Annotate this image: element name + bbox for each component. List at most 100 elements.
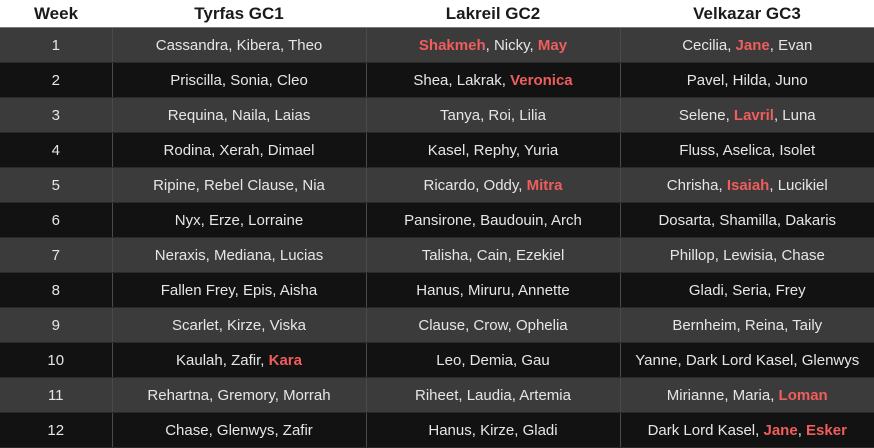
week-cell: 6 — [0, 202, 113, 238]
week-cell: 10 — [0, 342, 113, 378]
name: Crow — [473, 316, 508, 334]
name: Neraxis — [154, 246, 206, 264]
highlighted-name: Veronica — [510, 71, 573, 89]
week-cell: 7 — [0, 237, 113, 273]
week-cell: 9 — [0, 307, 113, 343]
highlighted-name: Lavril — [733, 106, 774, 124]
name: Erze — [208, 211, 240, 229]
week-cell: 4 — [0, 132, 113, 168]
table-row: 6 Nyx, Erze, Lorraine Pansirone, Baudouin,… — [0, 202, 874, 238]
tyrfas-gc1-cell: Rodina, Xerah, Dimael — [112, 132, 367, 168]
table-row: 3 Requina, Naila, Laias Tanya, Roi, Lilia S… — [0, 97, 874, 133]
name: Dimael — [267, 141, 315, 159]
name: Naila — [231, 106, 267, 124]
lakreil-gc2-cell: Riheet, Laudia, Artemia — [366, 377, 621, 413]
name: Dosarta — [658, 211, 711, 229]
lakreil-gc2-cell: Shakmeh, Nicky, May — [366, 27, 621, 63]
tyrfas-gc1-cell: Fallen Frey, Epis, Aisha — [112, 272, 367, 308]
name: Reina — [744, 316, 785, 334]
lakreil-gc2-cell: Talisha, Cain, Ezekiel — [366, 237, 621, 273]
name: Hanus — [428, 421, 472, 439]
name: Isolet — [779, 141, 816, 159]
week-cell: 1 — [0, 27, 113, 63]
name: Hilda — [732, 71, 767, 89]
name: Glenwys — [801, 351, 860, 369]
velkazar-gc3-cell: Yanne, Dark Lord Kasel, Glenwys — [620, 342, 874, 378]
name: Luna — [782, 106, 816, 124]
highlighted-name: Jane — [763, 421, 798, 439]
name: Priscilla — [170, 71, 222, 89]
table-row: 2 Priscilla, Sonia, Cleo Shea, Lakrak, Ver… — [0, 62, 874, 98]
tyrfas-gc1-cell: Requina, Naila, Laias — [112, 97, 367, 133]
name: Gladi — [688, 281, 724, 299]
name: Zafir — [231, 351, 261, 369]
name: Ripine — [153, 176, 196, 194]
name: Rebel Clause — [203, 176, 295, 194]
name: Requina — [167, 106, 224, 124]
velkazar-gc3-cell: Chrisha, Isaiah, Lucikiel — [620, 167, 874, 203]
lakreil-gc2-cell: Leo, Demia, Gau — [366, 342, 621, 378]
highlighted-name: Kara — [268, 351, 302, 369]
week-cell: 12 — [0, 412, 113, 448]
highlighted-name: Esker — [806, 421, 847, 439]
name: Gladi — [522, 421, 558, 439]
table-row: 1 Cassandra, Kibera, Theo Shakmeh, Nicky, … — [0, 27, 874, 63]
name: Ricardo — [423, 176, 476, 194]
name: Annette — [518, 281, 570, 299]
velkazar-gc3-cell: Selene, Lavril, Luna — [620, 97, 874, 133]
name: Mediana — [213, 246, 272, 264]
name: Lorraine — [248, 211, 304, 229]
name: Miruru — [467, 281, 511, 299]
name: Shamilla — [719, 211, 777, 229]
highlighted-name: May — [537, 36, 568, 54]
velkazar-gc3-cell: Dosarta, Shamilla, Dakaris — [620, 202, 874, 238]
name: Chrisha — [666, 176, 719, 194]
table-body: 1 Cassandra, Kibera, Theo Shakmeh, Nicky, … — [0, 27, 874, 448]
tyrfas-gc1-cell: Rehartna, Gremory, Morrah — [112, 377, 367, 413]
name: Oddy — [483, 176, 519, 194]
lakreil-gc2-cell: Kasel, Rephy, Yuria — [366, 132, 621, 168]
table-header: Week Tyrfas GC1 Lakreil GC2 Velkazar GC3 — [0, 0, 874, 28]
name: Kaulah — [176, 351, 223, 369]
velkazar-gc3-cell: Mirianne, Maria, Loman — [620, 377, 874, 413]
name: Evan — [778, 36, 813, 54]
name: Pansirone — [404, 211, 472, 229]
name: Talisha — [421, 246, 469, 264]
name: Clause — [418, 316, 466, 334]
schedule-table: Week Tyrfas GC1 Lakreil GC2 Velkazar GC3… — [0, 0, 874, 448]
name: Nia — [302, 176, 325, 194]
tyrfas-gc1-cell: Kaulah, Zafir, Kara — [112, 342, 367, 378]
lakreil-gc2-cell: Ricardo, Oddy, Mitra — [366, 167, 621, 203]
table-row: 7 Neraxis, Mediana, Lucias Talisha, Cain, … — [0, 237, 874, 273]
name: Lucikiel — [777, 176, 828, 194]
name: Baudouin — [480, 211, 544, 229]
lakreil-gc2-cell: Hanus, Kirze, Gladi — [366, 412, 621, 448]
name: Roi — [488, 106, 511, 124]
name: Lewisia — [723, 246, 774, 264]
table-row: 11 Rehartna, Gremory, Morrah Riheet, Laudi… — [0, 377, 874, 413]
velkazar-gc3-cell: Fluss, Aselica, Isolet — [620, 132, 874, 168]
name: Shea — [413, 71, 449, 89]
name: Demia — [469, 351, 514, 369]
name: Riheet — [415, 386, 459, 404]
name: Kirze — [480, 421, 515, 439]
table-row: 5 Ripine, Rebel Clause, Nia Ricardo, Oddy,… — [0, 167, 874, 203]
name: Hanus — [416, 281, 460, 299]
header-lakreil-gc2: Lakreil GC2 — [366, 0, 620, 28]
velkazar-gc3-cell: Pavel, Hilda, Juno — [620, 62, 874, 98]
name: Rephy — [473, 141, 516, 159]
highlighted-name: Isaiah — [726, 176, 770, 194]
velkazar-gc3-cell: Phillop, Lewisia, Chase — [620, 237, 874, 273]
name: Aselica — [722, 141, 771, 159]
week-cell: 3 — [0, 97, 113, 133]
name: Laias — [274, 106, 311, 124]
tyrfas-gc1-cell: Ripine, Rebel Clause, Nia — [112, 167, 367, 203]
name: Morrah — [283, 386, 331, 404]
name: Ezekiel — [515, 246, 565, 264]
velkazar-gc3-cell: Bernheim, Reina, Taily — [620, 307, 874, 343]
name: Rehartna — [147, 386, 210, 404]
name: Rodina — [163, 141, 212, 159]
header-week: Week — [0, 0, 112, 28]
tyrfas-gc1-cell: Priscilla, Sonia, Cleo — [112, 62, 367, 98]
name: Lakrak — [456, 71, 502, 89]
